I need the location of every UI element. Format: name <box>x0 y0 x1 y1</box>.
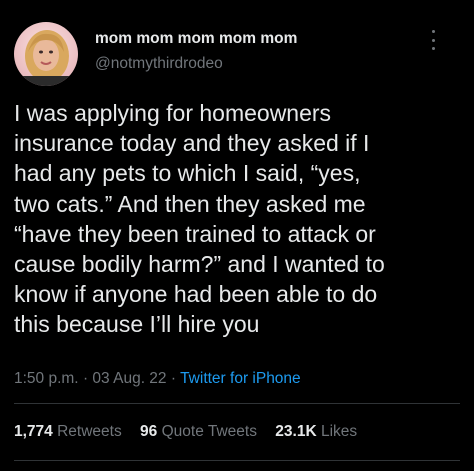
tweet-source-link[interactable]: Twitter for iPhone <box>180 370 301 387</box>
quote-tweets-label: Quote Tweets <box>161 423 257 440</box>
tweet-text-line: cause bodily harm?” and I wanted to <box>14 251 385 278</box>
meta-separator: · <box>82 370 89 387</box>
author-handle[interactable]: @notmythirdrodeo <box>95 55 223 73</box>
tweet-text-line: had any pets to which I said, “yes, <box>14 160 361 187</box>
tweet-text-line: insurance today and they asked if I <box>14 130 370 157</box>
tweet-time[interactable]: 1:50 p.m. <box>14 370 79 387</box>
tweet-stats: 1,774 Retweets 96 Quote Tweets 23.1K Lik… <box>14 423 371 441</box>
tweet-date[interactable]: 03 Aug. 22 <box>92 370 166 387</box>
divider <box>14 460 460 461</box>
tweet-text-line: “have they been trained to attack or <box>14 220 376 247</box>
tweet-text-line: two cats.” And then they asked me <box>14 190 366 217</box>
quote-tweets-stat[interactable]: 96 Quote Tweets <box>140 423 257 440</box>
retweets-count: 1,774 <box>14 423 53 440</box>
tweet-card: mom mom mom mom mom @notmythirdrodeo I w… <box>0 0 474 471</box>
likes-stat[interactable]: 23.1K Likes <box>275 423 357 440</box>
retweets-stat[interactable]: 1,774 Retweets <box>14 423 122 440</box>
more-options-icon[interactable] <box>428 30 438 50</box>
tweet-text: I was applying for homeowners insurance … <box>14 98 466 340</box>
author-display-name[interactable]: mom mom mom mom mom <box>95 30 297 48</box>
likes-label: Likes <box>320 423 358 440</box>
tweet-text-line: I was applying for homeowners <box>14 100 332 126</box>
tweet-metadata: 1:50 p.m. · 03 Aug. 22 · Twitter for iPh… <box>14 370 301 388</box>
user-avatar-photo-icon <box>14 22 78 86</box>
retweets-label: Retweets <box>57 423 122 440</box>
avatar[interactable] <box>14 22 78 86</box>
quote-tweets-count: 96 <box>140 423 158 440</box>
likes-count: 23.1K <box>275 423 317 440</box>
meta-separator: · <box>170 370 177 387</box>
divider <box>14 403 460 404</box>
tweet-text-line: know if anyone had been able to do <box>14 281 378 308</box>
tweet-text-line: this because I’ll hire you <box>14 311 260 338</box>
